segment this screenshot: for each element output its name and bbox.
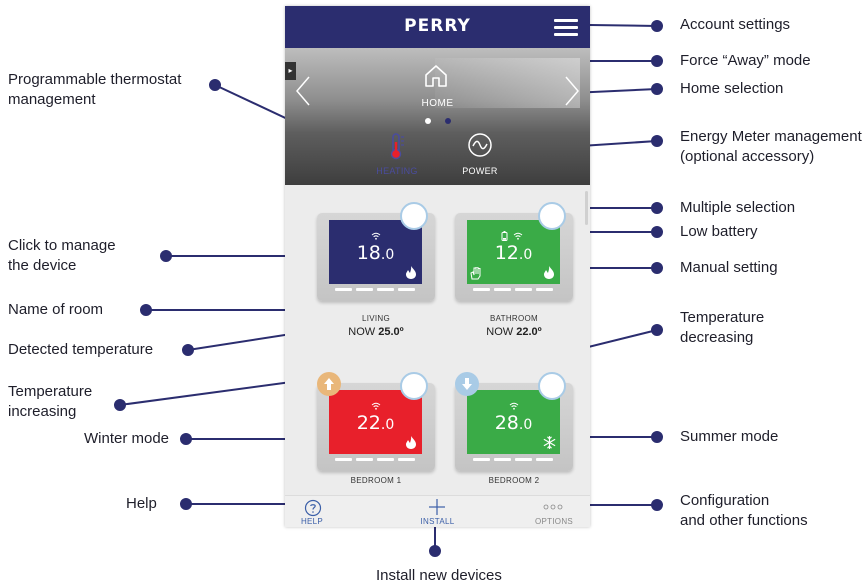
temperature-decreasing-icon xyxy=(455,372,479,396)
flame-icon xyxy=(406,266,416,279)
thermostat-screen: 28.0 xyxy=(467,390,560,454)
label-home-selection: Home selection xyxy=(680,80,784,97)
scrollbar[interactable] xyxy=(585,191,588,225)
nav-help[interactable]: HELP xyxy=(285,496,385,527)
nav-options[interactable]: OPTIONS xyxy=(490,496,590,527)
power-meter-icon xyxy=(468,133,492,157)
phone-screen: PERRY ▸ HOME HEATING POWER 18.0 LIVING N… xyxy=(285,6,590,527)
setpoint-temperature: 18.0 xyxy=(356,242,395,264)
select-circle-bedroom-1[interactable] xyxy=(400,372,428,400)
tab-heating[interactable]: HEATING xyxy=(357,128,437,183)
label-name-of-room: Name of room xyxy=(8,301,104,318)
temperature-increasing-icon xyxy=(317,372,341,396)
thermostat-screen: 22.0 xyxy=(329,390,422,454)
label-install-new-devices: Install new devices xyxy=(376,567,502,584)
flame-icon xyxy=(544,266,554,279)
thermostat-keys xyxy=(473,458,555,462)
thermostat-keys xyxy=(335,288,417,292)
tab-power[interactable]: POWER xyxy=(440,128,520,183)
menu-icon[interactable] xyxy=(554,19,578,37)
snowflake-icon xyxy=(543,436,556,449)
device-tile-bathroom[interactable]: 12.0 BATHROOM NOW 22.0º xyxy=(455,213,573,348)
device-tile-living[interactable]: 18.0 LIVING NOW 25.0º xyxy=(317,213,435,348)
label-configuration: Configuration and other functions xyxy=(680,492,808,529)
wifi-icon xyxy=(513,232,523,240)
home-label: HOME xyxy=(421,98,454,109)
nav-options-label: OPTIONS xyxy=(534,517,574,526)
label-account-settings: Account settings xyxy=(680,16,791,33)
setpoint-temperature: 22.0 xyxy=(356,412,395,434)
label-low-battery: Low battery xyxy=(680,223,758,240)
select-circle-bedroom-2[interactable] xyxy=(538,372,566,400)
detected-temperature: NOW 25.0º xyxy=(348,326,404,338)
detected-temperature: NOW 22.0º xyxy=(486,326,542,338)
thermostat-screen: 18.0 xyxy=(329,220,422,284)
room-name: BEDROOM 1 xyxy=(350,476,402,485)
bottom-navigation: HELP INSTALL OPTIONS xyxy=(285,495,590,527)
label-temperature-decreasing: Temperature decreasing xyxy=(680,309,765,346)
help-icon xyxy=(304,499,322,517)
thermostat-screen: 12.0 xyxy=(467,220,560,284)
label-force-away: Force “Away” mode xyxy=(680,52,811,69)
nav-install-label: INSTALL xyxy=(420,517,455,526)
wifi-icon xyxy=(371,232,381,240)
more-icon xyxy=(543,504,563,510)
thermometer-icon xyxy=(390,133,404,160)
label-help: Help xyxy=(126,495,157,512)
app-header: PERRY xyxy=(285,6,590,48)
label-energy-meter: Energy Meter management (optional access… xyxy=(680,128,862,165)
plus-icon xyxy=(429,499,445,515)
room-name: BEDROOM 2 xyxy=(488,476,540,485)
label-detected-temperature: Detected temperature xyxy=(8,341,154,358)
flame-icon xyxy=(406,436,416,449)
thermostat-keys xyxy=(335,458,417,462)
device-grid: 18.0 LIVING NOW 25.0º 12.0 BATHROOM NOW … xyxy=(285,185,590,495)
tab-heating-label: HEATING xyxy=(376,166,418,176)
label-temperature-increasing: Temperature increasing xyxy=(8,383,93,420)
label-summer-mode: Summer mode xyxy=(680,428,779,445)
label-multiple-selection: Multiple selection xyxy=(680,199,796,216)
brand-logo: PERRY xyxy=(404,16,471,36)
setpoint-temperature: 28.0 xyxy=(494,412,533,434)
select-circle-living[interactable] xyxy=(400,202,428,230)
label-programmable-thermostat: Programmable thermostat management xyxy=(8,71,182,108)
home-away-icon[interactable] xyxy=(423,63,449,89)
room-name: LIVING xyxy=(361,314,391,323)
nav-install[interactable]: INSTALL xyxy=(385,496,490,527)
wifi-icon xyxy=(509,402,519,410)
thermostat-keys xyxy=(473,288,555,292)
label-click-to-manage: Click to manage the device xyxy=(8,237,116,274)
setpoint-temperature: 12.0 xyxy=(494,242,533,264)
label-winter-mode: Winter mode xyxy=(84,430,170,447)
tab-power-label: POWER xyxy=(462,166,498,176)
nav-help-label: HELP xyxy=(300,517,324,526)
room-name: BATHROOM xyxy=(489,314,539,323)
manual-hand-icon xyxy=(470,267,481,280)
label-manual-setting: Manual setting xyxy=(680,259,778,276)
low-battery-icon xyxy=(501,231,508,241)
home-banner: ▸ HOME HEATING POWER xyxy=(285,48,590,185)
select-circle-bathroom[interactable] xyxy=(538,202,566,230)
wifi-icon xyxy=(371,402,381,410)
